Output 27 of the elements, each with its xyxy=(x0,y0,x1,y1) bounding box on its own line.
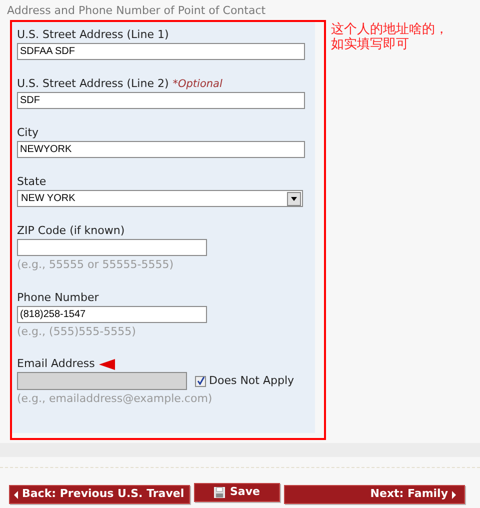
field-label: U.S. Street Address (Line 1) xyxy=(17,27,169,44)
field-label: U.S. Street Address (Line 2) xyxy=(17,76,169,92)
field-label: State xyxy=(17,174,46,190)
next-button[interactable]: Next: Family xyxy=(284,485,465,504)
back-button[interactable]: Back: Previous U.S. Travel xyxy=(9,485,190,504)
field-label: ZIP Code (if known) xyxy=(17,223,125,240)
section-heading: Address and Phone Number of Point of Contact xyxy=(6,3,267,19)
state-dropdown[interactable]: NEW YORK xyxy=(17,190,303,207)
field-label: Phone Number xyxy=(17,290,99,306)
hint-text: (e.g., emailaddress@example.com) xyxy=(17,391,214,407)
hint-text: (e.g., 55555 or 55555-5555) xyxy=(17,257,175,273)
field-label: City xyxy=(17,125,39,142)
save-button[interactable]: Save xyxy=(194,483,280,502)
caret-icon xyxy=(14,490,18,498)
text-field[interactable]: (818)258-1547 xyxy=(17,306,207,322)
optional-note: *Optional xyxy=(172,76,222,92)
text-field[interactable]: NEWYORK xyxy=(17,141,305,158)
hint-text: (e.g., (555)555-5555) xyxy=(17,324,137,340)
annotation-text: 如实填写即可 xyxy=(331,37,410,52)
checkbox-label: Does Not Apply xyxy=(209,372,294,389)
text-field[interactable]: SDF xyxy=(17,92,305,109)
text-field[interactable]: SDFAA SDF xyxy=(17,43,305,60)
caret-icon xyxy=(452,490,456,498)
text-field[interactable] xyxy=(17,239,207,256)
annotation-text: 这个人的地址啥的， xyxy=(331,22,448,37)
caret-icon xyxy=(287,192,301,206)
field-label: Email Address xyxy=(17,356,95,372)
